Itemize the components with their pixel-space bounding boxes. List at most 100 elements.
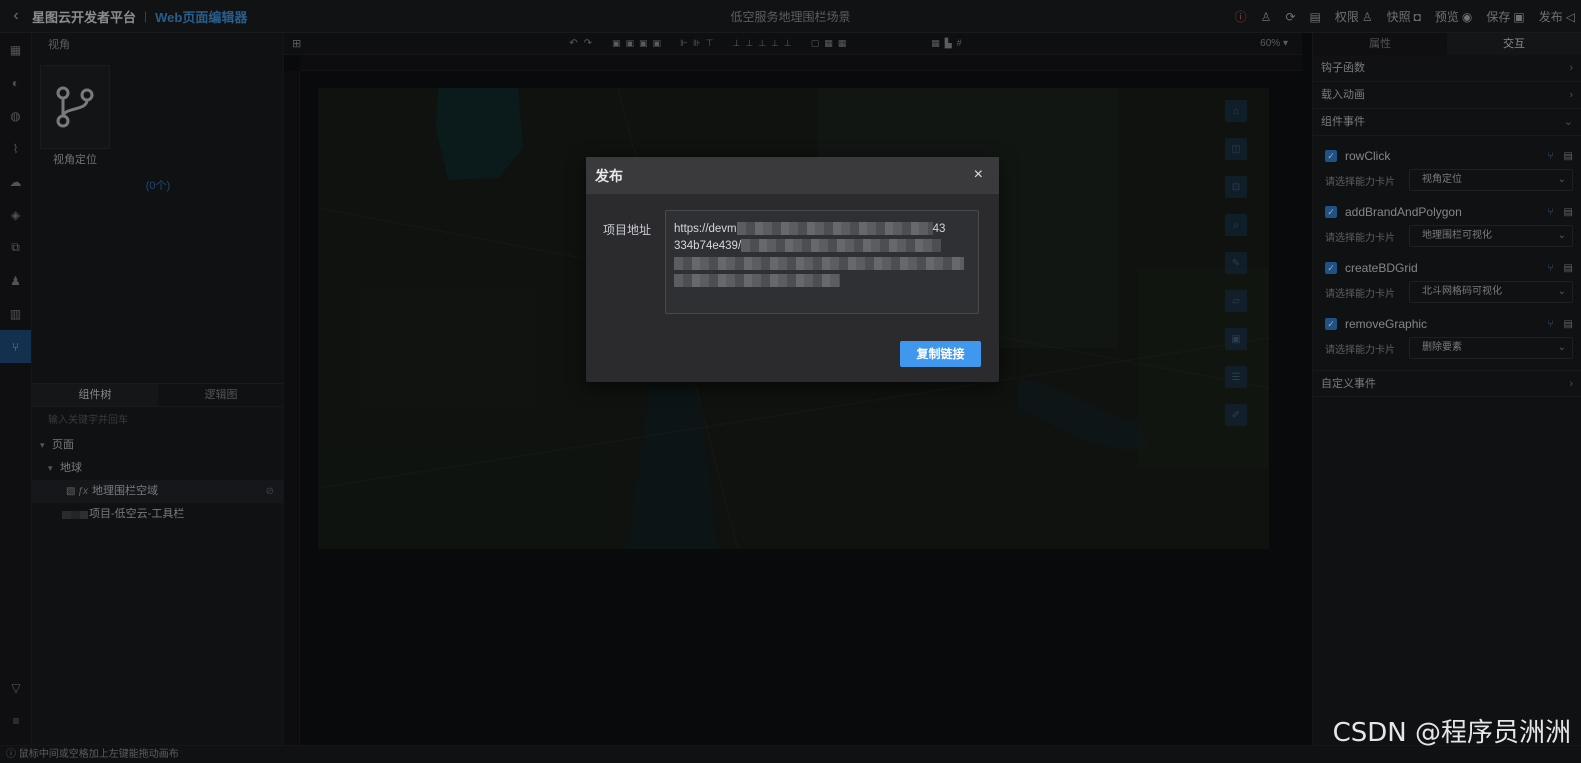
save-disk-icon[interactable]: ▤ (1310, 10, 1321, 24)
event-card-select[interactable]: 北斗网格码可视化 ⌄ (1409, 281, 1573, 303)
document-icon[interactable]: ▤ (1564, 263, 1573, 274)
layers-icon[interactable]: ⧉ (0, 231, 31, 264)
snapshot-button[interactable]: 快照 ◘ (1387, 8, 1421, 25)
undo-redo-icons[interactable]: ↶↷ (569, 38, 598, 49)
branch-icon[interactable]: ⑂ (1548, 319, 1554, 330)
tree-node-page[interactable]: ▾ 页面 (32, 434, 284, 457)
copy-link-button[interactable]: 复制链接 (900, 341, 981, 367)
eye-icon: ◉ (1461, 9, 1473, 24)
event-addbrandandpolygon: ✓ addBrandAndPolygon ⑂ ▤ 请选择能力卡片 地理围栏可视化 ⌄ (1313, 200, 1581, 248)
document-icon[interactable]: ▤ (1564, 207, 1573, 218)
tree-node-toolbar[interactable]: 项目-低空云-工具栏 (32, 503, 284, 526)
branch-icon[interactable]: ⑂ (1548, 263, 1554, 274)
user-pin-icon[interactable]: ♟ (0, 264, 31, 297)
section-hook-functions[interactable]: 钩子函数 › (1313, 55, 1581, 82)
palette-icon[interactable]: ◐ (0, 66, 31, 99)
grid-icon[interactable]: ▦ (0, 33, 31, 66)
map-tool-screen-icon[interactable]: ▣ (1225, 328, 1247, 350)
event-card-select[interactable]: 视角定位 ⌄ (1409, 169, 1573, 191)
cube-icon[interactable]: ◈ (0, 198, 31, 231)
grid-icons[interactable]: ▢▦▦ (811, 38, 852, 49)
section-load-animation[interactable]: 载入动画 › (1313, 82, 1581, 109)
user-icon: ♙ (1361, 9, 1373, 24)
send-icon: ◁ (1565, 9, 1575, 24)
watermark: CSDN @程序员洲洲 (1332, 718, 1571, 748)
event-checkbox[interactable]: ✓ (1325, 262, 1337, 274)
filter-icon[interactable]: ▽ (0, 671, 32, 704)
camera-icon: ◘ (1413, 9, 1421, 24)
arrange-icons[interactable]: ▣▣▣▣ (612, 38, 666, 49)
align-icons[interactable]: ⊩⊪⊤ (680, 38, 719, 49)
event-select-label: 请选择能力卡片 (1325, 232, 1395, 244)
event-card-select[interactable]: 地理围栏可视化 ⌄ (1409, 225, 1573, 247)
layer-icon: ▧ (66, 486, 76, 497)
tree-search-input[interactable]: 输入关键字并回车 (40, 411, 276, 431)
tree-node-label: 项目-低空云-工具栏 (89, 508, 185, 520)
event-rowclick: ✓ rowClick ⑂ ▤ 请选择能力卡片 视角定位 ⌄ (1313, 144, 1581, 192)
event-checkbox[interactable]: ✓ (1325, 150, 1337, 162)
event-createbdgrid: ✓ createBDGrid ⑂ ▤ 请选择能力卡片 北斗网格码可视化 ⌄ (1313, 256, 1581, 304)
tab-component-tree[interactable]: 组件树 (32, 384, 158, 406)
section-custom-events[interactable]: 自定义事件 › (1313, 370, 1581, 397)
tab-interaction[interactable]: 交互 (1447, 33, 1581, 55)
map-tool-edit-icon[interactable]: ✐ (1225, 404, 1247, 426)
refresh-icon[interactable]: ⟳ (1285, 10, 1295, 24)
horizontal-ruler (300, 55, 1302, 71)
section-component-events[interactable]: 组件事件 ⌄ (1313, 109, 1581, 136)
event-name: createBDGrid (1345, 261, 1418, 275)
globe-icon[interactable]: ◍ (0, 99, 31, 132)
caret-down-icon[interactable]: ▾ (40, 434, 52, 457)
map-tool-home-icon[interactable]: ⌂ (1225, 100, 1247, 122)
add-component-icon[interactable]: ⊞ (292, 37, 301, 50)
chevron-down-icon: ⌄ (1557, 230, 1566, 241)
permission-button[interactable]: 权限 ♙ (1335, 8, 1373, 25)
url-line (674, 272, 970, 289)
map-tool-list-icon[interactable]: ☰ (1225, 366, 1247, 388)
distribute-icons[interactable]: ⊥⊥⊥⊥⊥ (733, 38, 797, 49)
project-url-label: 项目地址 (603, 223, 652, 237)
tree-node-earth[interactable]: ▾ 地球 (32, 457, 284, 480)
canvas-toolbar: ⊞ ↶↷ ▣▣▣▣ ⊩⊪⊤ ⊥⊥⊥⊥⊥ ▢▦▦ ▦▙# 60% ▾ (284, 33, 1302, 55)
publish-dialog: 发布 × 项目地址 https://devm 43 334b74e439/ 复制链… (586, 157, 999, 382)
redacted-text (674, 257, 964, 271)
table-icon[interactable]: ▥ (0, 297, 31, 330)
url-line (674, 255, 970, 272)
eye-hidden-icon[interactable]: ⊘ (266, 480, 274, 503)
branch-icon[interactable]: ⑂ (1548, 207, 1554, 218)
event-checkbox[interactable]: ✓ (1325, 318, 1337, 330)
right-tabs: 属性 交互 (1313, 33, 1581, 55)
document-icon[interactable]: ▤ (1564, 319, 1573, 330)
save-button[interactable]: 保存 ▣ (1486, 8, 1524, 25)
project-url-field[interactable]: https://devm 43 334b74e439/ (665, 210, 979, 314)
view-locate-card[interactable] (40, 65, 110, 149)
event-card-select[interactable]: 删除要素 ⌄ (1409, 337, 1573, 359)
map-tool-layer-icon[interactable]: ◫ (1225, 138, 1247, 160)
publish-button[interactable]: 发布 ◁ (1539, 8, 1575, 25)
close-icon[interactable]: × (974, 167, 983, 183)
database-icon[interactable]: ≡ (0, 704, 32, 737)
chevron-left-icon[interactable]: ‹ (0, 7, 32, 25)
left-nav: ▦ ◐ ◍ ⌇ ☁ ◈ ⧉ ♟ ▥ ⑂ ▽ ≡ (0, 33, 32, 745)
warning-icon[interactable]: ⓘ (1235, 8, 1247, 25)
map-tool-measure-icon[interactable]: ⊡ (1225, 176, 1247, 198)
chart-icon[interactable]: ⌇ (0, 132, 31, 165)
tab-logic-graph[interactable]: 逻辑图 (158, 384, 284, 406)
layout-icons[interactable]: ▦▙# (931, 38, 966, 49)
branch-icon[interactable]: ⑂ (0, 330, 31, 363)
tree-node-geofence[interactable]: ▧ ƒx 地理围栏空域 ⊘ (32, 480, 284, 503)
document-icon[interactable]: ▤ (1564, 151, 1573, 162)
redacted-text (741, 239, 942, 253)
redacted-text (674, 274, 840, 288)
branch-icon[interactable]: ⑂ (1548, 151, 1554, 162)
tab-properties[interactable]: 属性 (1313, 33, 1447, 55)
map-tool-draw-icon[interactable]: ✎ (1225, 252, 1247, 274)
cloud-icon[interactable]: ☁ (0, 165, 31, 198)
caret-down-icon[interactable]: ▾ (48, 457, 60, 480)
event-checkbox[interactable]: ✓ (1325, 206, 1337, 218)
map-tool-polygon-icon[interactable]: ▱ (1225, 290, 1247, 312)
shirt-icon[interactable]: ♙ (1261, 10, 1272, 24)
event-removegraphic: ✓ removeGraphic ⑂ ▤ 请选择能力卡片 删除要素 ⌄ (1313, 312, 1581, 360)
preview-button[interactable]: 预览 ◉ (1435, 8, 1473, 25)
zoom-level[interactable]: 60% ▾ (1260, 38, 1288, 49)
map-tool-search-icon[interactable]: ⌕ (1225, 214, 1247, 236)
